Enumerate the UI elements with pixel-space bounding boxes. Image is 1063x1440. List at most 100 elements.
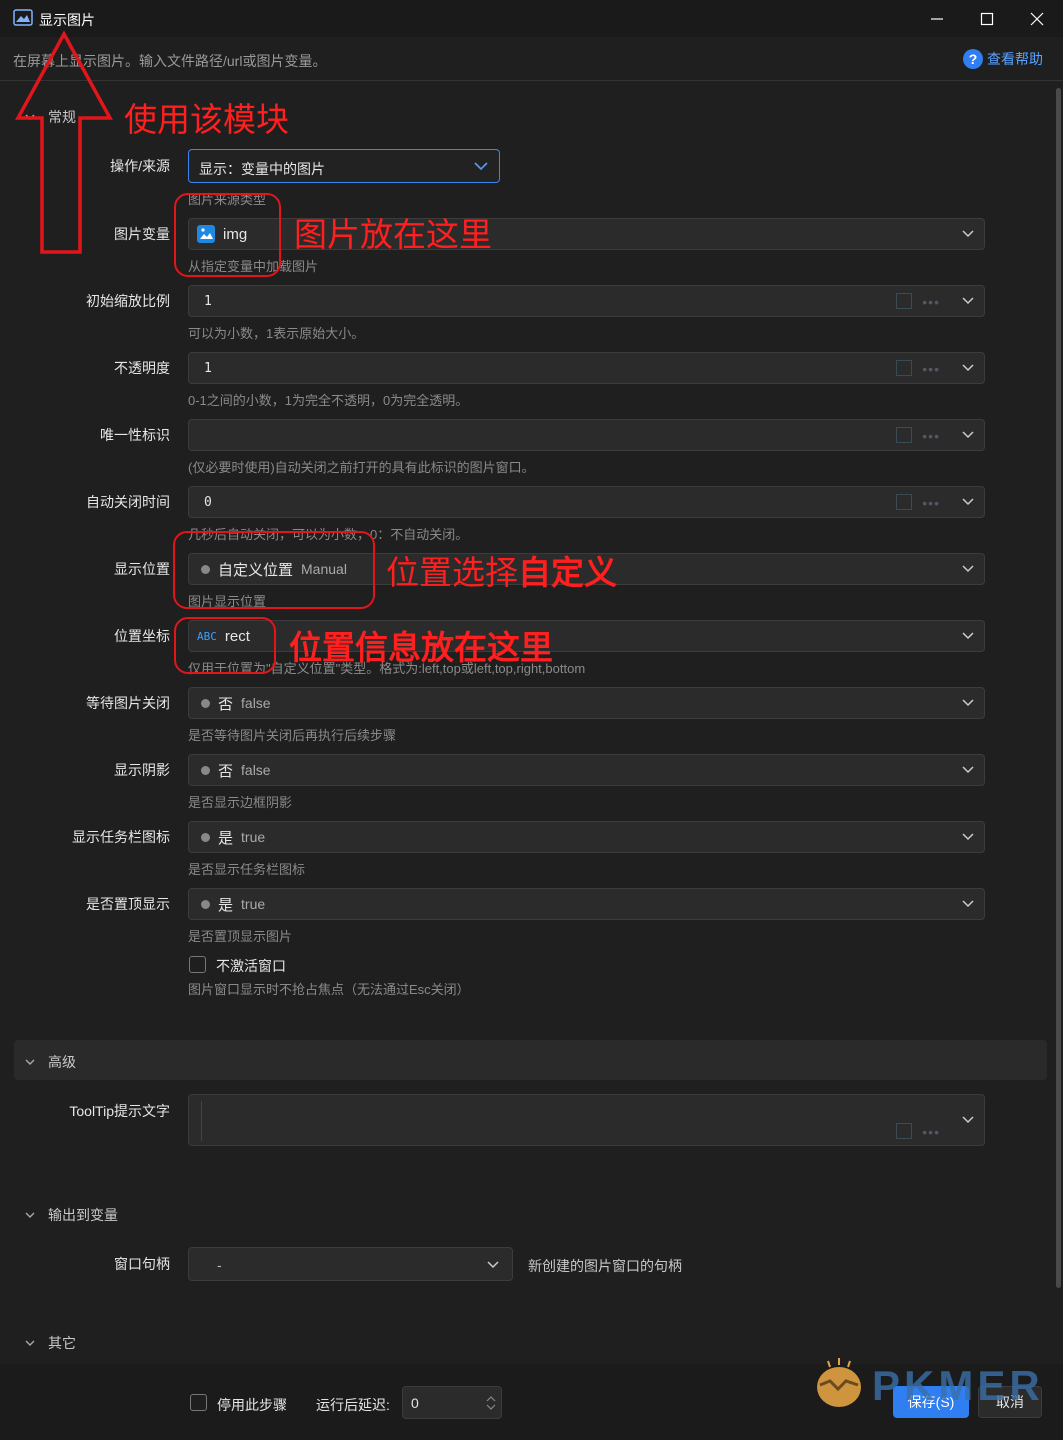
field-hint: 是否显示任务栏图标 (188, 862, 306, 877)
input-value: 1 (204, 361, 212, 376)
maximize-button[interactable] (962, 0, 1012, 37)
help-link[interactable]: ? 查看帮助 (963, 49, 1043, 69)
section-title: 其它 (48, 1335, 76, 1351)
scale-input[interactable]: 1 ••• (188, 285, 985, 317)
chevron-down-icon (962, 565, 974, 573)
bool-chip: 否 false (191, 690, 281, 716)
disable-step-checkbox[interactable] (190, 1394, 207, 1411)
field-label: 显示位置 (114, 561, 170, 577)
chevron-down-icon (962, 900, 974, 908)
auto-close-input[interactable]: 0 ••• (188, 486, 985, 518)
opacity-input[interactable]: 1 ••• (188, 352, 985, 384)
option-label: 是 (218, 829, 234, 847)
expand-icon[interactable] (896, 427, 912, 443)
bool-chip: 是 true (191, 824, 275, 850)
taskbar-select[interactable]: 是 true (188, 821, 985, 853)
chevron-down-icon (962, 833, 974, 841)
chevron-down-icon (25, 1059, 35, 1065)
chevron-down-icon (962, 632, 974, 640)
status-dot (201, 698, 210, 708)
expand-icon[interactable] (896, 494, 912, 510)
annotation-use-module: 使用该模块 (124, 101, 289, 138)
select-value: 显示：变量中的图片 (199, 161, 325, 177)
disable-step-label: 停用此步骤 (217, 1397, 287, 1413)
wait-close-select[interactable]: 否 false (188, 687, 985, 719)
annotation-box-img (174, 193, 281, 277)
section-title: 输出到变量 (48, 1207, 118, 1223)
expand-icon[interactable] (896, 360, 912, 376)
annotation-pos-select: 位置选择自定义 (386, 546, 617, 594)
option-label: 是 (218, 896, 234, 914)
field-label: 初始缩放比例 (86, 293, 170, 309)
chevron-down-icon[interactable] (962, 363, 974, 373)
bool-chip: 是 true (191, 891, 275, 917)
close-icon (1030, 12, 1044, 26)
chevron-down-icon[interactable] (962, 1115, 974, 1125)
status-dot (201, 765, 210, 775)
field-hint: (仅必要时使用)自动关闭之前打开的具有此标识的图片窗口。 (188, 460, 535, 475)
field-label: 自动关闭时间 (86, 494, 170, 510)
field-label: 等待图片关闭 (86, 695, 170, 711)
image-icon (13, 9, 33, 26)
shadow-select[interactable]: 否 false (188, 754, 985, 786)
field-hint: 图片窗口显示时不抢占焦点（无法通过Esc关闭） (188, 982, 470, 997)
watermark-text: PKMER (872, 1362, 1044, 1409)
select-value: - (217, 1257, 222, 1273)
unique-id-input[interactable]: ••• (188, 419, 985, 451)
op-source-select[interactable]: 显示：变量中的图片 (188, 149, 500, 183)
field-hint: 是否显示边框阴影 (188, 795, 293, 810)
help-icon: ? (963, 49, 983, 69)
scrollbar[interactable] (1056, 88, 1061, 1288)
section-other-header[interactable]: 其它 (24, 1333, 76, 1353)
bool-chip: 否 false (191, 757, 281, 783)
option-sub: false (241, 695, 271, 711)
more-icon[interactable]: ••• (922, 362, 940, 376)
spinner-icon[interactable] (485, 1394, 497, 1412)
annotation-pos-select-prefix: 位置选择 (386, 554, 518, 591)
section-advanced[interactable]: 高级 (14, 1040, 1047, 1080)
expand-icon[interactable] (896, 1123, 912, 1139)
section-output-header[interactable]: 输出到变量 (24, 1205, 118, 1225)
close-button[interactable] (1012, 0, 1062, 37)
more-icon[interactable]: ••• (922, 429, 940, 443)
chevron-down-icon (25, 1340, 35, 1346)
delay-input[interactable]: 0 (402, 1386, 502, 1419)
field-label: 唯一性标识 (100, 427, 170, 443)
tooltip-input[interactable]: ••• (188, 1094, 985, 1146)
expand-icon[interactable] (896, 293, 912, 309)
field-label: 窗口句柄 (114, 1256, 170, 1272)
chevron-down-icon[interactable] (962, 430, 974, 440)
field-label: 位置坐标 (114, 628, 170, 644)
delay-label: 运行后延迟: (316, 1397, 390, 1413)
field-hint: 是否置顶显示图片 (188, 929, 293, 944)
annotation-img-here: 图片放在这里 (294, 216, 492, 253)
handle-select[interactable]: - (188, 1247, 513, 1281)
annotation-pos-select-bold: 自定义 (518, 554, 617, 591)
chevron-down-icon[interactable] (962, 296, 974, 306)
minimize-button[interactable] (912, 0, 962, 37)
option-sub: false (241, 762, 271, 778)
field-label: 是否置顶显示 (86, 896, 170, 912)
topmost-select[interactable]: 是 true (188, 888, 985, 920)
field-label: 显示阴影 (114, 762, 170, 778)
more-icon[interactable]: ••• (922, 295, 940, 309)
field-hint: 0-1之间的小数，1为完全不透明，0为完全透明。 (188, 393, 469, 408)
minimize-icon (931, 18, 943, 20)
no-activate-checkbox[interactable] (189, 956, 206, 973)
section-title: 高级 (48, 1054, 76, 1070)
section-advanced-header[interactable]: 高级 (24, 1052, 76, 1072)
chevron-down-icon (962, 230, 974, 238)
more-icon[interactable]: ••• (922, 1125, 940, 1139)
input-value: 0 (411, 1395, 419, 1411)
field-hint: 可以为小数，1表示原始大小。 (188, 326, 365, 341)
more-icon[interactable]: ••• (922, 496, 940, 510)
input-value: 1 (204, 294, 212, 309)
up-arrow-annotation (15, 30, 113, 254)
chevron-down-icon[interactable] (962, 497, 974, 507)
text-divider (201, 1101, 202, 1141)
annotation-box-coords (174, 617, 276, 674)
field-hint: 是否等待图片关闭后再执行后续步骤 (188, 728, 397, 743)
option-sub: true (241, 829, 266, 845)
title-bar: 显示图片 (0, 0, 1063, 37)
input-value: 0 (204, 495, 212, 510)
